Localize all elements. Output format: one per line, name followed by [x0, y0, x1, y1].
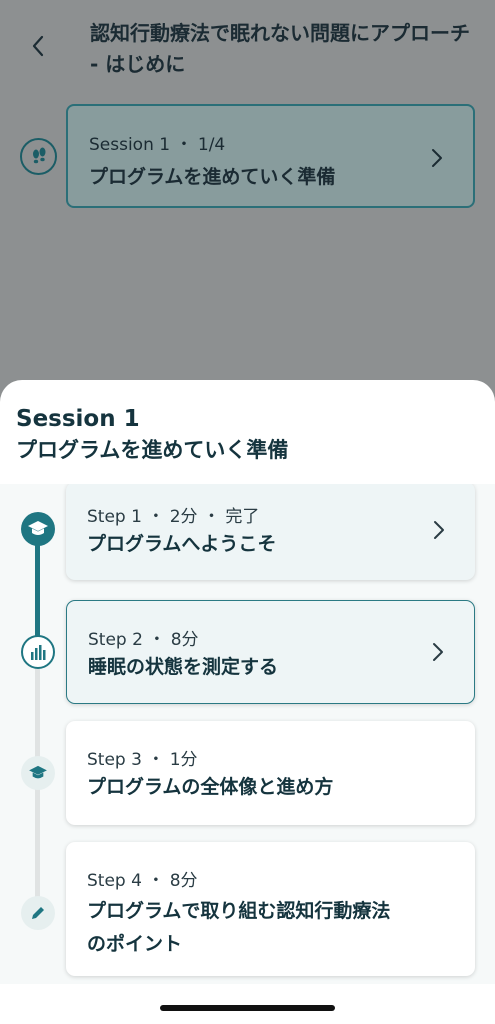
bar-chart-icon	[21, 635, 55, 669]
chevron-right-icon	[432, 149, 442, 167]
chevron-left-icon	[32, 35, 44, 57]
step-card-4[interactable]: Step 4 ・ 8分 プログラムで取り組む認知行動療法のポイント	[66, 842, 475, 976]
step-name: プログラムの全体像と進め方	[87, 776, 334, 798]
session-name: プログラムを進めていく準備	[89, 166, 336, 188]
step-name: プログラムへようこそ	[87, 533, 277, 555]
home-indicator[interactable]	[160, 1005, 335, 1011]
step-meta: Step 3 ・ 1分	[87, 750, 198, 770]
step-name: 睡眠の状態を測定する	[88, 656, 279, 678]
back-button[interactable]	[20, 28, 56, 64]
sheet-session-number: Session 1	[16, 406, 140, 432]
session-meta: Session 1 ・ 1/4	[89, 135, 226, 155]
graduation-cap-icon	[21, 756, 55, 790]
sheet-session-name: プログラムを進めていく準備	[16, 438, 289, 462]
step-meta: Step 2 ・ 8分	[88, 630, 199, 650]
chevron-right-icon	[433, 643, 443, 661]
sheet-header: Session 1 プログラムを進めていく準備	[16, 404, 288, 467]
graduation-cap-icon	[21, 512, 55, 546]
step-card-3[interactable]: Step 3 ・ 1分 プログラムの全体像と進め方	[66, 721, 475, 825]
step-meta: Step 1 ・ 2分 ・ 完了	[87, 507, 260, 527]
step-meta: Step 4 ・ 8分	[87, 871, 198, 891]
page-title: 認知行動療法で眠れない問題にアプローチ - はじめに	[90, 21, 470, 76]
current-session-card[interactable]: Session 1 ・ 1/4 プログラムを進めていく準備	[66, 104, 475, 208]
step-name: プログラムで取り組む認知行動療法のポイント	[87, 900, 391, 955]
chevron-right-icon	[434, 521, 444, 539]
pencil-icon	[21, 896, 55, 930]
step-card-2[interactable]: Step 2 ・ 8分 睡眠の状態を測定する	[66, 600, 475, 704]
step-card-1[interactable]: Step 1 ・ 2分 ・ 完了 プログラムへようこそ	[66, 484, 475, 580]
step-list[interactable]: Step 1 ・ 2分 ・ 完了 プログラムへようこそ Step 2 ・ 8分 …	[0, 484, 495, 984]
footsteps-icon	[20, 138, 57, 175]
session-bottom-sheet: Session 1 プログラムを進めていく準備 Step 1 ・ 2分 ・ 完了…	[0, 380, 495, 1024]
app-screen: 認知行動療法で眠れない問題にアプローチ - はじめに Session 1 ・ 1…	[0, 0, 495, 1024]
